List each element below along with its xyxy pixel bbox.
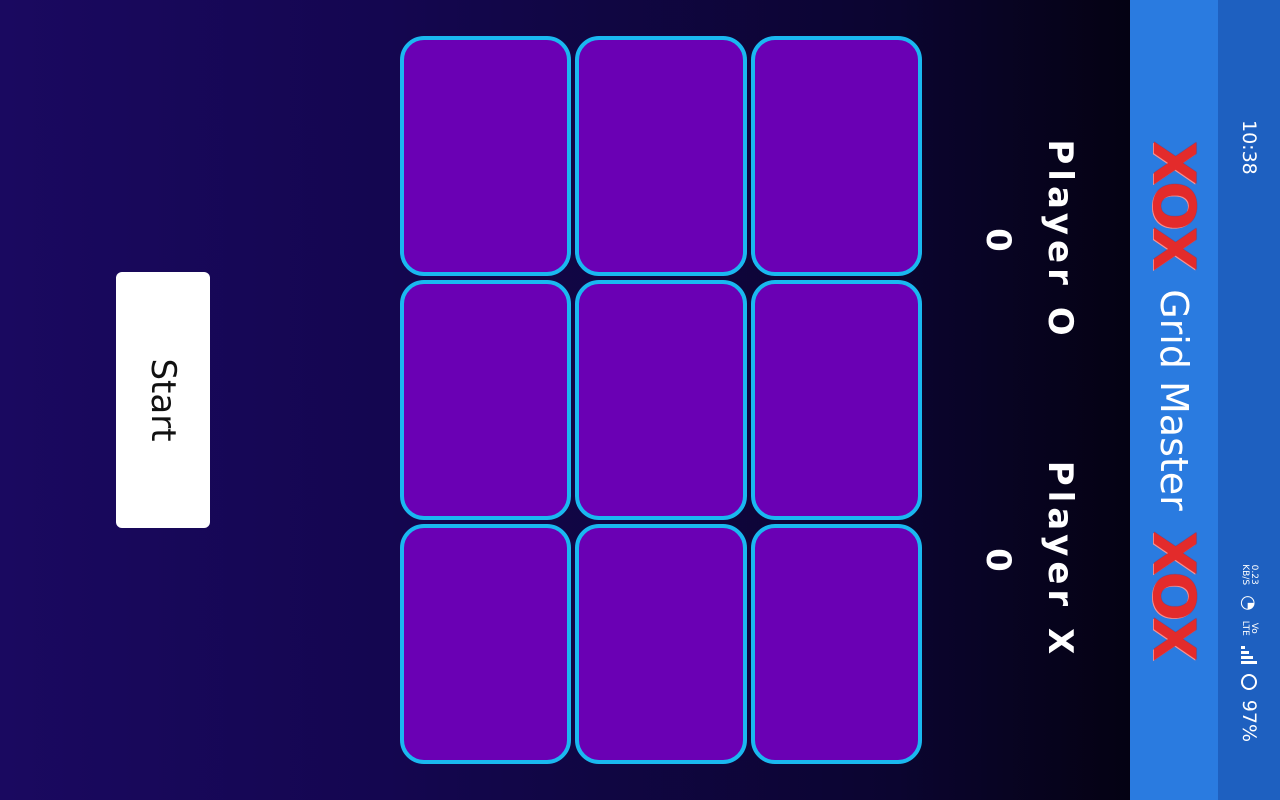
title-bar-content: XOX Grid Master XOX <box>1130 0 1218 800</box>
player-x-name: Player X <box>1040 460 1080 660</box>
board-cell[interactable] <box>750 36 922 276</box>
signal-icon <box>1241 645 1257 664</box>
scoreboard-content: Player O 0 Player X 0 <box>950 90 1080 710</box>
start-button-label: Start <box>143 358 183 442</box>
logo-right: XOX <box>1140 530 1208 660</box>
player-x-score: 0 <box>978 548 1018 572</box>
net-speed-value: 0.23 <box>1249 564 1259 585</box>
player-o-name: Player O <box>1040 139 1080 341</box>
battery-level: 97% <box>1238 699 1260 742</box>
board-cell[interactable] <box>400 280 572 520</box>
network-type-top: Vo <box>1249 622 1259 634</box>
status-indicators: 0.23 KB/S ◔ Vo LTE 97% <box>1238 564 1260 742</box>
net-speed-unit: KB/S <box>1240 564 1250 586</box>
status-bar: 10:38 0.23 KB/S ◔ Vo LTE 97% <box>1218 0 1280 800</box>
app-title: Grid Master <box>1152 289 1196 511</box>
board-cell[interactable] <box>575 280 747 520</box>
battery-icon <box>1241 673 1257 690</box>
scoreboard: Player O 0 Player X 0 <box>950 90 1080 710</box>
board-cell[interactable] <box>575 524 747 764</box>
board-cell[interactable] <box>750 280 922 520</box>
player-o-score: 0 <box>978 228 1018 252</box>
board-cell[interactable] <box>575 36 747 276</box>
start-button[interactable]: Start <box>116 272 210 528</box>
player-x-panel: Player X 0 <box>978 410 1080 710</box>
player-o-panel: Player O 0 <box>978 90 1080 390</box>
wifi-icon: ◔ <box>1238 595 1260 611</box>
network-type: Vo LTE <box>1240 620 1259 636</box>
game-board <box>400 36 922 764</box>
title-bar: XOX Grid Master XOX <box>1130 0 1218 800</box>
board-cell[interactable] <box>400 36 572 276</box>
board-cell[interactable] <box>750 524 922 764</box>
status-time: 10:38 <box>1238 120 1260 175</box>
network-type-bottom: LTE <box>1240 620 1250 636</box>
net-speed: 0.23 KB/S <box>1240 564 1259 586</box>
board-cell[interactable] <box>400 524 572 764</box>
logo-left: XOX <box>1140 140 1208 270</box>
status-bar-content: 10:38 0.23 KB/S ◔ Vo LTE 97% <box>1218 0 1280 800</box>
